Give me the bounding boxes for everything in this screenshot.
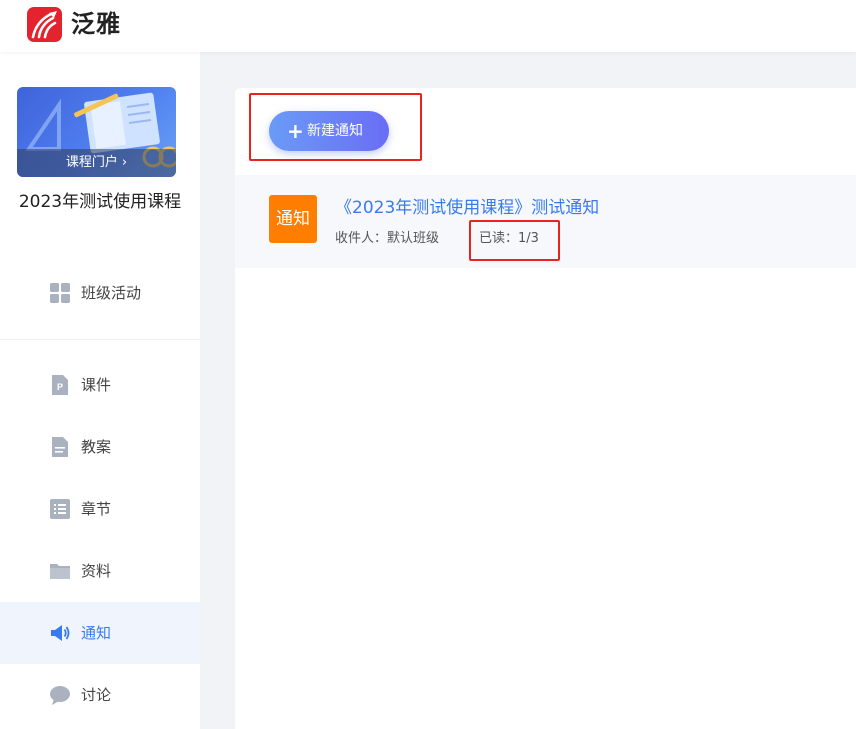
folder-icon — [50, 564, 70, 579]
new-notice-label: 新建通知 — [307, 123, 363, 139]
list-icon — [50, 499, 70, 519]
sidebar-item-discussion[interactable]: 讨论 — [0, 664, 200, 726]
sidebar-divider — [0, 339, 200, 340]
sidebar-item-label: 班级活动 — [81, 284, 142, 302]
notice-recipient: 收件人：默认班级 — [335, 231, 440, 246]
course-portal-label: 课程门户 — [65, 155, 118, 170]
course-title: 2023年测试使用课程 — [18, 192, 182, 212]
chevron-right-icon: › — [121, 155, 128, 170]
svg-text:P: P — [57, 382, 63, 392]
new-notice-button[interactable]: + 新建通知 — [269, 111, 389, 151]
sidebar-item-class-activity[interactable]: 班级活动 — [0, 262, 200, 324]
notice-read-status[interactable]: 已读：1/3 — [479, 230, 539, 248]
grid-icon — [50, 283, 70, 303]
sidebar-item-lesson-plan[interactable]: 教案 — [0, 416, 200, 478]
plus-icon: + — [287, 119, 304, 143]
sidebar-item-materials[interactable]: 资料 — [0, 540, 200, 602]
course-portal-link[interactable]: 课程门户 › — [17, 149, 176, 177]
sidebar-item-chapter[interactable]: 章节 — [0, 478, 200, 540]
sidebar-item-label: 通知 — [81, 624, 112, 642]
sidebar-item-label: 课件 — [81, 376, 112, 394]
sidebar-item-label: 教案 — [81, 438, 112, 456]
chat-bubble-icon — [50, 686, 70, 705]
fanya-logo-icon[interactable] — [27, 7, 62, 42]
sidebar-item-courseware[interactable]: P 课件 — [0, 354, 200, 416]
speaker-icon — [51, 625, 70, 641]
top-header: 泛雅 — [0, 0, 856, 52]
notice-list-item[interactable]: 通知 《2023年测试使用课程》测试通知 收件人：默认班级 已读：1/3 — [235, 175, 856, 268]
sidebar-item-label: 资料 — [81, 562, 112, 580]
sidebar-item-label: 讨论 — [81, 686, 112, 704]
lesson-plan-icon — [52, 437, 68, 457]
sidebar-item-notice[interactable]: 通知 — [0, 602, 200, 664]
brand-name: 泛雅 — [71, 10, 121, 38]
ppt-file-icon: P — [52, 375, 68, 395]
notice-badge: 通知 — [269, 195, 317, 243]
course-cover[interactable]: 课程门户 › — [17, 87, 176, 177]
notice-title-link[interactable]: 《2023年测试使用课程》测试通知 — [335, 196, 599, 220]
sidebar-item-label: 章节 — [81, 500, 112, 518]
notice-panel: + 新建通知 通知 《2023年测试使用课程》测试通知 收件人：默认班级 已读：… — [235, 88, 856, 729]
sidebar: 课程门户 › 2023年测试使用课程 班级活动 P 课件 教案 章节 资料 通知… — [0, 52, 200, 729]
